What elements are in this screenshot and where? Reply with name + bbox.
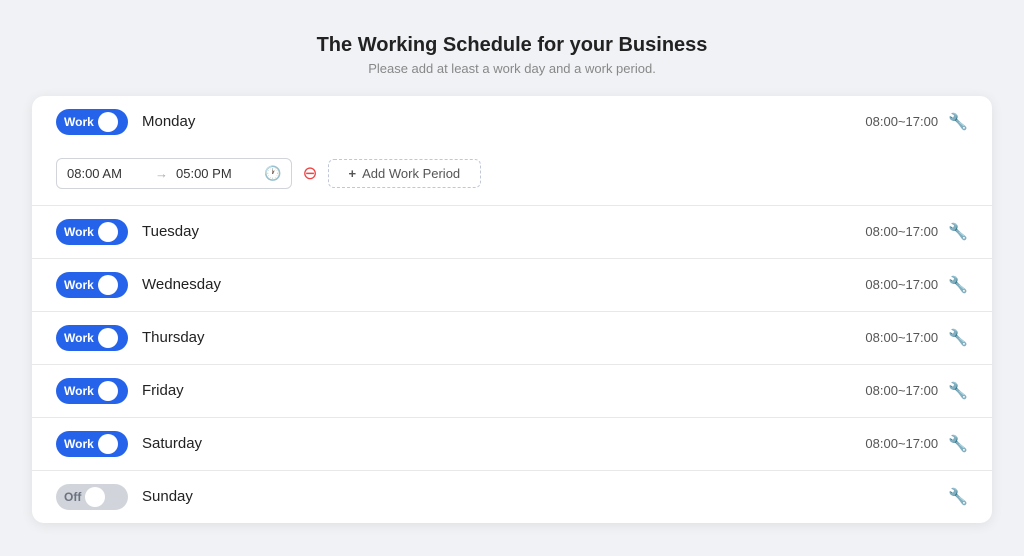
add-period-label: Add Work Period bbox=[362, 166, 460, 181]
work-toggle-friday[interactable]: Work bbox=[56, 378, 128, 404]
wrench-icon-friday[interactable]: 🔧 bbox=[948, 381, 968, 401]
toggle-circle-monday bbox=[98, 112, 118, 132]
day-row-tuesday: Work Tuesday08:00~17:00 🔧 bbox=[32, 206, 992, 259]
day-hours-tuesday: 08:00~17:00 bbox=[865, 224, 938, 239]
day-row-sunday: Off Sunday 🔧 bbox=[32, 471, 992, 523]
day-row-thursday: Work Thursday08:00~17:00 🔧 bbox=[32, 312, 992, 365]
day-name-sunday: Sunday bbox=[142, 488, 938, 505]
day-hours-saturday: 08:00~17:00 bbox=[865, 436, 938, 451]
work-toggle-label-friday: Work bbox=[64, 384, 94, 398]
day-row-friday: Work Friday08:00~17:00 🔧 bbox=[32, 365, 992, 418]
arrow-icon-monday-0: → bbox=[155, 166, 168, 181]
wrench-icon-thursday[interactable]: 🔧 bbox=[948, 328, 968, 348]
day-name-friday: Friday bbox=[142, 382, 865, 399]
remove-period-monday-0[interactable]: ⊖ bbox=[302, 164, 317, 182]
day-header-sunday: Off Sunday 🔧 bbox=[56, 471, 968, 523]
day-hours-friday: 08:00~17:00 bbox=[865, 383, 938, 398]
wrench-icon-tuesday[interactable]: 🔧 bbox=[948, 222, 968, 242]
toggle-circle-thursday bbox=[98, 328, 118, 348]
day-row-saturday: Work Saturday08:00~17:00 🔧 bbox=[32, 418, 992, 471]
schedule-card: WorkMonday08:00~17:00🔧→🕐⊖+Add Work Perio… bbox=[32, 96, 992, 523]
day-name-thursday: Thursday bbox=[142, 329, 865, 346]
day-name-saturday: Saturday bbox=[142, 435, 865, 452]
page-header: The Working Schedule for your Business P… bbox=[317, 34, 708, 76]
work-toggle-label-saturday: Work bbox=[64, 437, 94, 451]
toggle-circle-tuesday bbox=[98, 222, 118, 242]
work-toggle-label-thursday: Work bbox=[64, 331, 94, 345]
start-time-monday-0[interactable] bbox=[67, 166, 147, 181]
toggle-circle-wednesday bbox=[98, 275, 118, 295]
work-toggle-label-sunday: Off bbox=[64, 490, 81, 504]
work-toggle-thursday[interactable]: Work bbox=[56, 325, 128, 351]
day-header-friday: Work Friday08:00~17:00 🔧 bbox=[56, 365, 968, 417]
day-row-wednesday: Work Wednesday08:00~17:00 🔧 bbox=[32, 259, 992, 312]
add-period-plus-icon: + bbox=[349, 166, 357, 181]
work-toggle-monday[interactable]: Work bbox=[56, 109, 128, 135]
wrench-icon-saturday[interactable]: 🔧 bbox=[948, 434, 968, 454]
day-hours-monday: 08:00~17:00 bbox=[865, 114, 938, 129]
day-header-thursday: Work Thursday08:00~17:00 🔧 bbox=[56, 312, 968, 364]
toggle-circle-friday bbox=[98, 381, 118, 401]
page-subtitle: Please add at least a work day and a wor… bbox=[317, 61, 708, 76]
work-toggle-sunday[interactable]: Off bbox=[56, 484, 128, 510]
day-header-tuesday: Work Tuesday08:00~17:00 🔧 bbox=[56, 206, 968, 258]
day-detail-monday: →🕐⊖+Add Work Period bbox=[56, 148, 968, 205]
wrench-icon-monday[interactable]: 🔧 bbox=[948, 112, 968, 132]
work-toggle-tuesday[interactable]: Work bbox=[56, 219, 128, 245]
day-hours-thursday: 08:00~17:00 bbox=[865, 330, 938, 345]
end-time-monday-0[interactable] bbox=[176, 166, 256, 181]
toggle-circle-sunday bbox=[85, 487, 105, 507]
toggle-circle-saturday bbox=[98, 434, 118, 454]
day-header-wednesday: Work Wednesday08:00~17:00 🔧 bbox=[56, 259, 968, 311]
day-name-monday: Monday bbox=[142, 113, 865, 130]
time-range-monday-0: →🕐 bbox=[56, 158, 292, 189]
clock-icon-monday-0: 🕐 bbox=[264, 165, 281, 182]
day-name-tuesday: Tuesday bbox=[142, 223, 865, 240]
work-toggle-label-wednesday: Work bbox=[64, 278, 94, 292]
day-header-saturday: Work Saturday08:00~17:00 🔧 bbox=[56, 418, 968, 470]
day-row-monday: WorkMonday08:00~17:00🔧→🕐⊖+Add Work Perio… bbox=[32, 96, 992, 206]
work-toggle-label-monday: Work bbox=[64, 115, 94, 129]
day-name-wednesday: Wednesday bbox=[142, 276, 865, 293]
work-toggle-label-tuesday: Work bbox=[64, 225, 94, 239]
day-header-monday: Work Monday08:00~17:00 🔧 bbox=[56, 96, 968, 148]
work-toggle-wednesday[interactable]: Work bbox=[56, 272, 128, 298]
day-hours-wednesday: 08:00~17:00 bbox=[865, 277, 938, 292]
work-toggle-saturday[interactable]: Work bbox=[56, 431, 128, 457]
page-title: The Working Schedule for your Business bbox=[317, 34, 708, 57]
add-period-button-monday[interactable]: + Add Work Period bbox=[328, 159, 482, 188]
wrench-icon-sunday[interactable]: 🔧 bbox=[948, 487, 968, 507]
wrench-icon-wednesday[interactable]: 🔧 bbox=[948, 275, 968, 295]
